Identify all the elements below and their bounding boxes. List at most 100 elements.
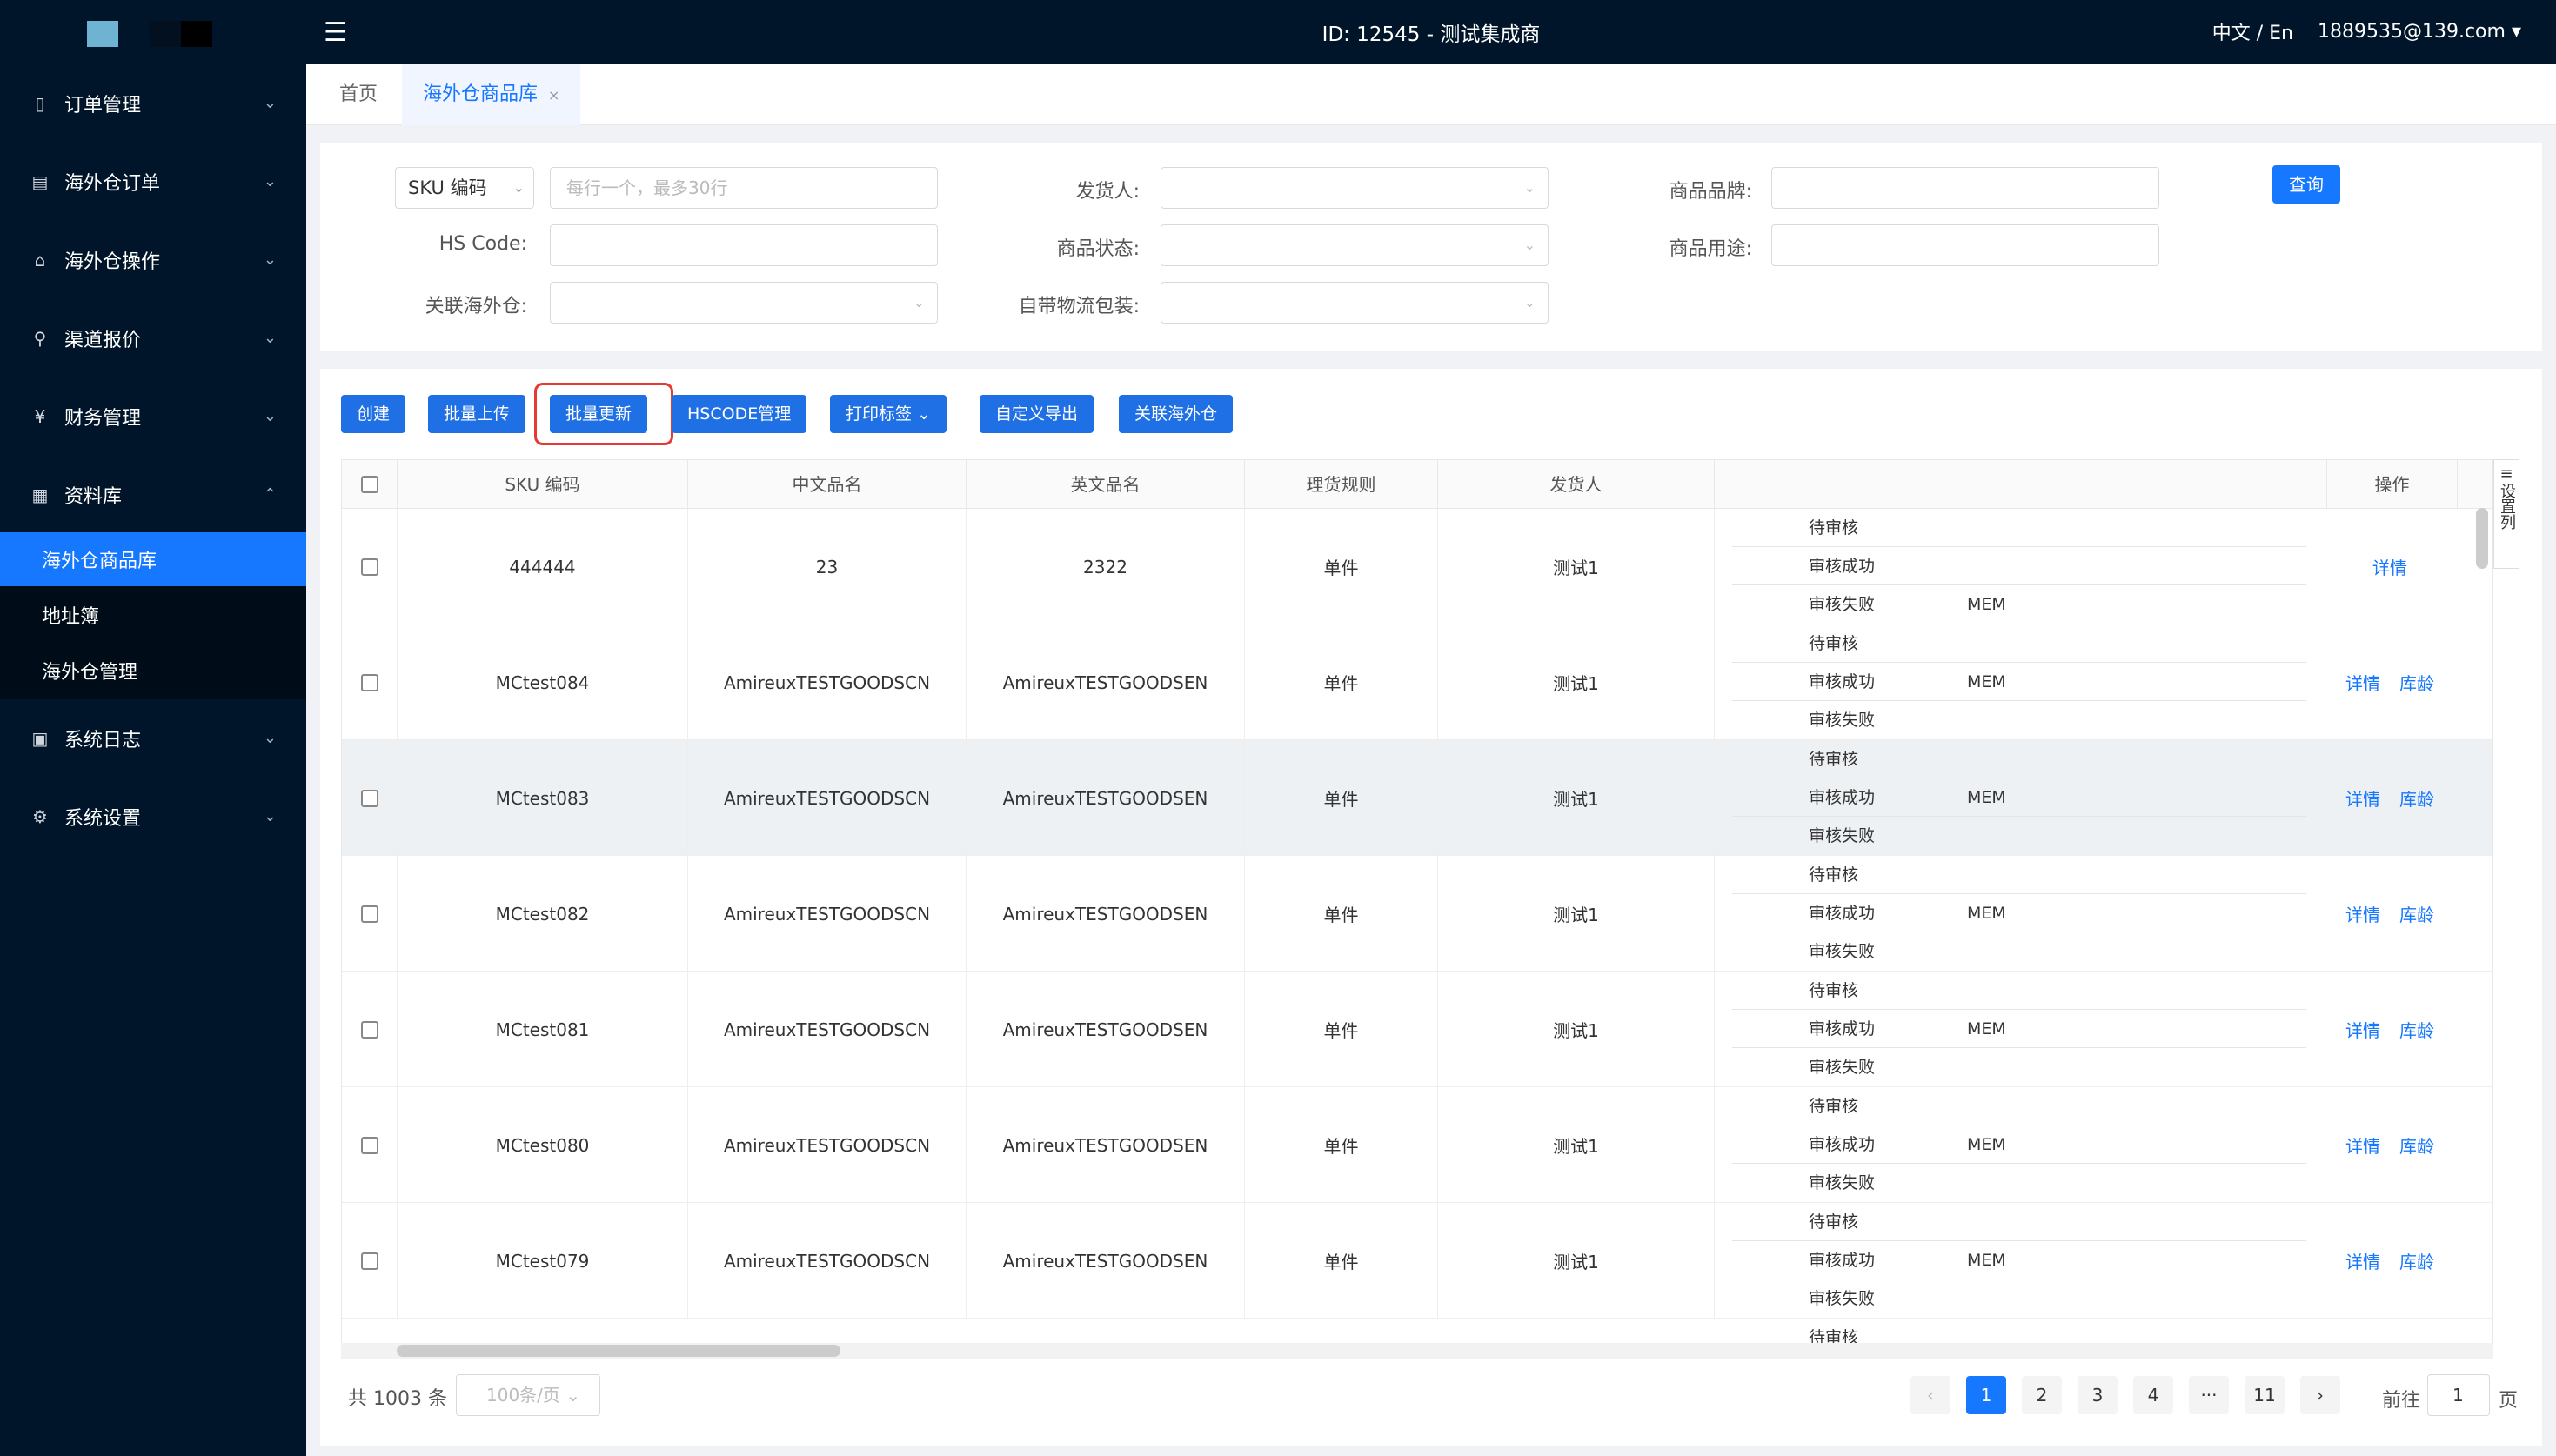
column-settings[interactable]: ≡ 设置列 xyxy=(2493,459,2519,569)
sidebar-item-overseas-ops[interactable]: ⌂ 海外仓操作 ⌄ xyxy=(0,221,306,299)
row-checkbox[interactable] xyxy=(360,1252,378,1270)
sidebar-item-overseas-orders[interactable]: ▤ 海外仓订单 ⌄ xyxy=(0,143,306,221)
sidebar-item-system-settings[interactable]: ⚙ 系统设置 ⌄ xyxy=(0,778,306,856)
table-row: MCtest082 AmireuxTESTGOODSCN AmireuxTEST… xyxy=(342,856,2492,972)
detail-link[interactable]: 详情 xyxy=(2345,1132,2380,1158)
batch-upload-button[interactable]: 批量上传 xyxy=(428,395,526,433)
sidebar-item-label: 资料库 xyxy=(64,486,123,508)
prev-page-button[interactable]: ‹ xyxy=(1910,1376,1950,1414)
user-menu[interactable]: 1889535@139.com ▾ xyxy=(2318,21,2521,43)
page-4[interactable]: 4 xyxy=(2133,1376,2173,1414)
cell-rule: 单件 xyxy=(1245,856,1438,972)
col-shipper[interactable]: 发货人 xyxy=(1438,460,1715,509)
stock-age-link[interactable]: 库龄 xyxy=(2399,901,2434,926)
stock-age-link[interactable]: 库龄 xyxy=(2399,1248,2434,1273)
sidebar-item-library[interactable]: ▦ 资料库 ⌃ xyxy=(0,456,306,534)
status-text: 待审核 xyxy=(1809,865,1859,885)
horizontal-scrollbar[interactable] xyxy=(397,1345,840,1357)
status-select[interactable]: ⌄ xyxy=(1161,224,1549,266)
sidebar-item-label: 财务管理 xyxy=(64,408,142,430)
print-label-button[interactable]: 打印标签 ⌄ xyxy=(830,395,947,433)
cell-cn-name: AmireuxTESTGOODSCN xyxy=(688,1087,967,1203)
sidebar-item-finance[interactable]: ¥ 财务管理 ⌄ xyxy=(0,377,306,456)
sidebar: ▯ 订单管理 ⌄ ▤ 海外仓订单 ⌄ ⌂ 海外仓操作 ⌄ ⚲ 渠道报价 ⌄ ¥ … xyxy=(0,0,306,1456)
cell-shipper: 测试1 xyxy=(1438,624,1715,740)
mem-tag: MEM xyxy=(1967,1019,2006,1039)
row-checkbox[interactable] xyxy=(360,558,378,576)
chevron-down-icon: ⌄ xyxy=(565,1385,581,1406)
detail-link[interactable]: 详情 xyxy=(2345,901,2380,926)
create-button[interactable]: 创建 xyxy=(341,395,406,433)
col-cn-name[interactable]: 中文品名 xyxy=(688,460,967,509)
row-actions: 详情 库龄 xyxy=(2329,740,2451,856)
sku-placeholder: 每行一个，最多30行 xyxy=(566,177,728,198)
brand-input[interactable] xyxy=(1771,167,2159,209)
packaging-select[interactable]: ⌄ xyxy=(1161,282,1549,324)
status-success: 审核成功 MEM xyxy=(1732,778,2306,817)
tab-home[interactable]: 首页 xyxy=(318,64,398,125)
chevron-down-icon: ⌄ xyxy=(512,179,525,196)
page-ellipsis[interactable]: ··· xyxy=(2189,1376,2229,1414)
warehouse-select[interactable]: ⌄ xyxy=(550,282,938,324)
row-select-cell xyxy=(342,740,398,856)
select-value: SKU 编码 xyxy=(408,177,487,198)
detail-link[interactable]: 详情 xyxy=(2345,785,2380,811)
cell-sku: 444444 xyxy=(398,509,688,624)
next-page-button[interactable]: › xyxy=(2300,1376,2340,1414)
close-icon[interactable]: × xyxy=(548,87,559,104)
sku-type-select[interactable]: SKU 编码 ⌄ xyxy=(395,167,534,209)
shipper-select[interactable]: ⌄ xyxy=(1161,167,1549,209)
hs-code-input[interactable] xyxy=(550,224,938,266)
select-all-checkbox[interactable] xyxy=(360,476,378,493)
sidebar-item-system-log[interactable]: ▣ 系统日志 ⌄ xyxy=(0,699,306,778)
tab-product-library[interactable]: 海外仓商品库 × xyxy=(402,64,581,125)
vertical-scrollbar[interactable] xyxy=(2476,508,2488,569)
query-button[interactable]: 查询 xyxy=(2272,165,2340,204)
sidebar-subitem-address-book[interactable]: 地址簿 xyxy=(0,588,306,642)
warehouse-label: 关联海外仓: xyxy=(425,296,527,317)
sidebar-subitem-warehouse-mgmt[interactable]: 海外仓管理 xyxy=(0,644,306,698)
col-sku[interactable]: SKU 编码 xyxy=(398,460,688,509)
sidebar-subitem-product-library[interactable]: 海外仓商品库 xyxy=(0,532,306,586)
status-text: 待审核 xyxy=(1809,1097,1859,1116)
row-checkbox[interactable] xyxy=(360,1136,378,1154)
col-rule[interactable]: 理货规则 xyxy=(1245,460,1438,509)
stock-age-link[interactable]: 库龄 xyxy=(2399,1017,2434,1042)
sidebar-item-channel-quote[interactable]: ⚲ 渠道报价 ⌄ xyxy=(0,299,306,377)
row-checkbox[interactable] xyxy=(360,673,378,691)
row-checkbox[interactable] xyxy=(360,789,378,807)
sku-input[interactable]: 每行一个，最多30行 xyxy=(550,167,938,209)
usage-input[interactable] xyxy=(1771,224,2159,266)
detail-link[interactable]: 详情 xyxy=(2345,1017,2380,1042)
detail-link[interactable]: 详情 xyxy=(2372,554,2407,579)
page-size-select[interactable]: 100条/页 ⌄ xyxy=(456,1374,600,1416)
language-switch[interactable]: 中文 / En xyxy=(2212,17,2293,45)
cell-cn-name: AmireuxTESTGOODSCN xyxy=(688,740,967,856)
hscode-button[interactable]: HSCODE管理 xyxy=(672,395,807,433)
stock-age-link[interactable]: 库龄 xyxy=(2399,670,2434,695)
logo xyxy=(87,21,212,47)
mem-tag: MEM xyxy=(1967,788,2006,807)
col-status xyxy=(1715,460,2327,509)
status-failed: 审核失败 xyxy=(1732,817,2306,855)
row-actions: 详情 库龄 xyxy=(2329,1087,2451,1203)
link-warehouse-button[interactable]: 关联海外仓 xyxy=(1119,395,1234,433)
col-en-name[interactable]: 英文品名 xyxy=(967,460,1245,509)
page-11[interactable]: 11 xyxy=(2245,1376,2285,1414)
row-checkbox[interactable] xyxy=(360,1020,378,1039)
status-text: 待审核 xyxy=(1809,518,1859,538)
custom-export-button[interactable]: 自定义导出 xyxy=(980,395,1094,433)
detail-link[interactable]: 详情 xyxy=(2345,1248,2380,1273)
goto-input[interactable]: 1 xyxy=(2427,1374,2490,1416)
page-1[interactable]: 1 xyxy=(1966,1376,2006,1414)
row-checkbox[interactable] xyxy=(360,905,378,923)
sidebar-item-orders[interactable]: ▯ 订单管理 ⌄ xyxy=(0,64,306,143)
stock-age-link[interactable]: 库龄 xyxy=(2399,1132,2434,1158)
shipper-label: 发货人: xyxy=(1075,181,1140,203)
sidebar-item-label: 订单管理 xyxy=(64,95,142,117)
chevron-down-icon: ⌄ xyxy=(263,329,277,347)
stock-age-link[interactable]: 库龄 xyxy=(2399,785,2434,811)
page-2[interactable]: 2 xyxy=(2022,1376,2062,1414)
detail-link[interactable]: 详情 xyxy=(2345,670,2380,695)
page-3[interactable]: 3 xyxy=(2078,1376,2118,1414)
